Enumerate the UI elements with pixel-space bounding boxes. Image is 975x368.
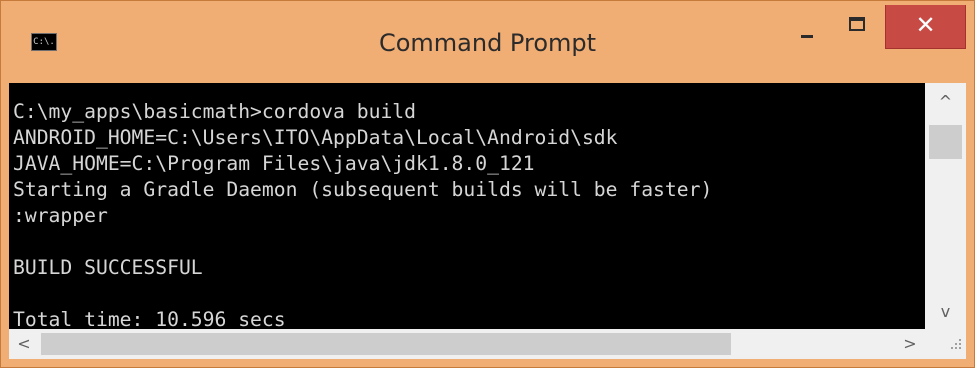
resize-grip-icon[interactable] — [925, 329, 966, 359]
console-client-area: C:\my_apps\basicmath>cordova build ANDROI… — [9, 83, 966, 359]
close-icon: ✕ — [915, 11, 936, 39]
minimize-button[interactable] — [785, 5, 831, 49]
console-text: C:\my_apps\basicmath>cordova build ANDROI… — [13, 99, 712, 329]
console-line: JAVA_HOME=C:\Program Files\java\jdk1.8.0… — [13, 152, 535, 175]
scroll-down-icon[interactable]: v — [925, 297, 966, 327]
minimize-icon — [801, 35, 813, 38]
console-output[interactable]: C:\my_apps\basicmath>cordova build ANDROI… — [9, 83, 925, 329]
maximize-button[interactable] — [835, 5, 881, 49]
horizontal-scrollbar[interactable]: < > — [9, 329, 925, 359]
close-button[interactable]: ✕ — [885, 5, 966, 49]
title-bar[interactable]: C:\. Command Prompt ✕ — [1, 1, 974, 83]
scroll-left-icon[interactable]: < — [9, 329, 39, 359]
console-line: Total time: 10.596 secs — [13, 308, 286, 329]
vertical-scrollbar[interactable]: ^ v — [925, 83, 966, 329]
vertical-scroll-thumb[interactable] — [929, 125, 962, 159]
scroll-up-icon[interactable]: ^ — [925, 87, 966, 117]
command-prompt-window: C:\. Command Prompt ✕ C:\my_apps\basicma… — [0, 0, 975, 368]
maximize-icon — [849, 17, 865, 31]
console-line: Starting a Gradle Daemon (subsequent bui… — [13, 178, 713, 201]
horizontal-scroll-thumb[interactable] — [41, 333, 731, 355]
console-line: C:\my_apps\basicmath>cordova build — [13, 100, 416, 123]
console-line: :wrapper — [13, 204, 108, 227]
console-line: ANDROID_HOME=C:\Users\ITO\AppData\Local\… — [13, 126, 618, 149]
console-line: BUILD SUCCESSFUL — [13, 256, 203, 279]
scroll-right-icon[interactable]: > — [895, 329, 925, 359]
